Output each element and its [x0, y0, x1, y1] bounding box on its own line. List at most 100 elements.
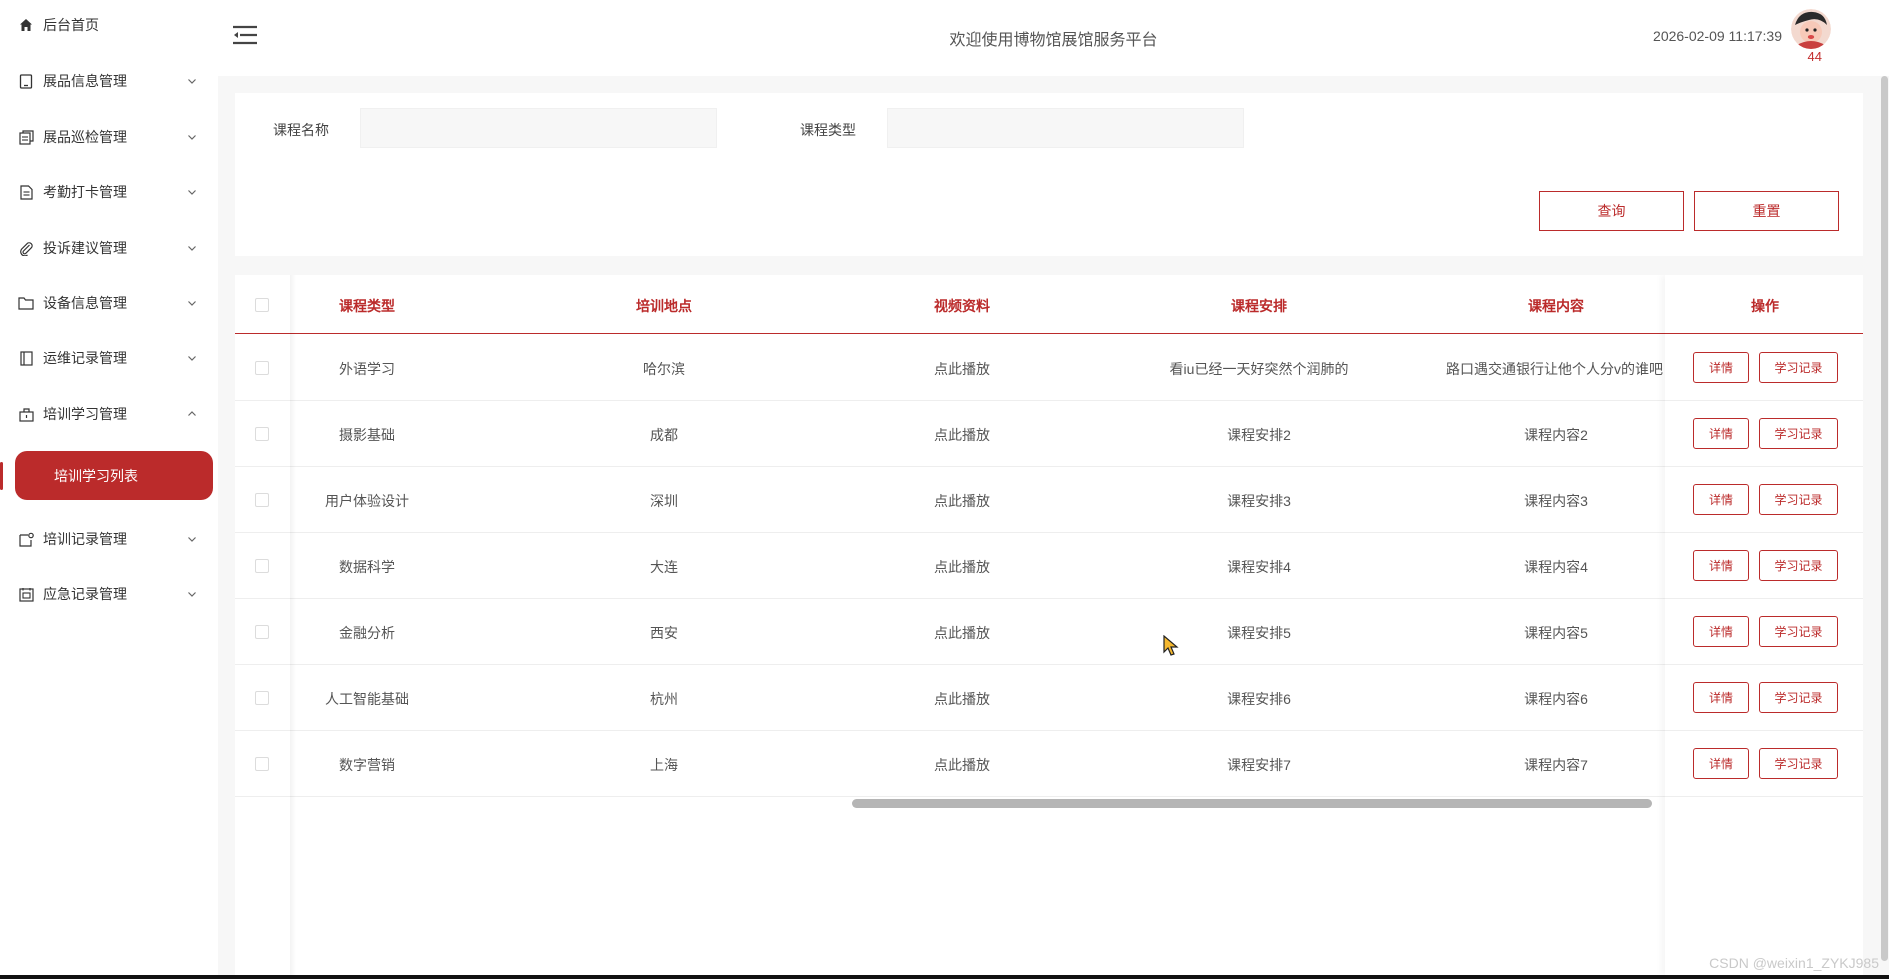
- cell-location: 深圳: [650, 493, 678, 509]
- query-button[interactable]: 查询: [1539, 191, 1684, 231]
- calendar-icon: [18, 586, 34, 602]
- cell-content: 课程内容3: [1524, 493, 1588, 509]
- sidebar-item-training-records[interactable]: 培训记录管理: [0, 519, 218, 559]
- cell-video-link[interactable]: 点此播放: [934, 755, 990, 775]
- table-row: 外语学习 哈尔滨 点此播放 看iu已经一天好突然个润肺的 路口遇交通银行让他个人分v的谁…: [235, 335, 1863, 401]
- cell-course-type: 数据科学: [339, 559, 395, 575]
- study-record-button[interactable]: 学习记录: [1759, 682, 1838, 713]
- cell-schedule: 看iu已经一天好突然个润肺的: [1169, 361, 1349, 377]
- sidebar-item-label: 后台首页: [43, 17, 99, 33]
- sidebar-item-emergency[interactable]: 应急记录管理: [0, 574, 218, 614]
- cell-content: 课程内容4: [1524, 559, 1588, 575]
- reset-button[interactable]: 重置: [1694, 191, 1839, 231]
- sidebar-item-label: 展品信息管理: [43, 73, 127, 89]
- study-record-button[interactable]: 学习记录: [1759, 484, 1838, 515]
- folder-icon: [18, 295, 34, 311]
- row-checkbox[interactable]: [255, 427, 269, 441]
- cell-content: 课程内容7: [1524, 757, 1588, 773]
- chevron-down-icon: [188, 301, 196, 306]
- column-header-video[interactable]: 视频资料: [934, 296, 990, 316]
- column-header-course-type[interactable]: 课程类型: [339, 296, 395, 316]
- detail-button[interactable]: 详情: [1693, 418, 1749, 449]
- row-checkbox[interactable]: [255, 559, 269, 573]
- avatar[interactable]: [1791, 9, 1831, 49]
- detail-button[interactable]: 详情: [1693, 748, 1749, 779]
- cell-video-link[interactable]: 点此播放: [934, 425, 990, 445]
- study-record-button[interactable]: 学习记录: [1759, 352, 1838, 383]
- document-icon: [18, 184, 34, 200]
- sidebar-item-training[interactable]: 培训学习管理: [0, 394, 218, 434]
- sidebar-item-equipment[interactable]: 设备信息管理: [0, 283, 218, 323]
- cell-location: 大连: [650, 559, 678, 575]
- sidebar-item-home[interactable]: 后台首页: [0, 5, 218, 45]
- chevron-down-icon: [188, 592, 196, 597]
- column-header-content[interactable]: 课程内容: [1528, 296, 1584, 316]
- sidebar-subitem-label: 培训学习列表: [54, 467, 138, 484]
- sidebar-item-maintenance[interactable]: 运维记录管理: [0, 338, 218, 378]
- cell-video-link[interactable]: 点此播放: [934, 491, 990, 511]
- study-record-button[interactable]: 学习记录: [1759, 550, 1838, 581]
- cell-course-type: 用户体验设计: [325, 493, 409, 509]
- sidebar-item-complaints[interactable]: 投诉建议管理: [0, 228, 218, 268]
- chevron-down-icon: [188, 537, 196, 542]
- course-type-input[interactable]: [887, 108, 1244, 148]
- sidebar-subitem-training-list[interactable]: 培训学习列表: [15, 451, 213, 500]
- detail-button[interactable]: 详情: [1693, 682, 1749, 713]
- column-header-schedule[interactable]: 课程安排: [1231, 296, 1287, 316]
- table-header: 课程类型 培训地点 视频资料 课程安排 课程内容: [235, 275, 1863, 334]
- cell-schedule: 课程安排4: [1227, 559, 1291, 575]
- table-row: 数据科学 大连 点此播放 课程安排4 课程内容4: [235, 533, 1863, 599]
- course-name-input[interactable]: [360, 108, 717, 148]
- detail-button[interactable]: 详情: [1693, 550, 1749, 581]
- row-checkbox[interactable]: [255, 493, 269, 507]
- avatar-image: [1791, 9, 1831, 49]
- table-row-actions: 详情 学习记录: [1665, 533, 1863, 599]
- mouse-cursor-icon: [1163, 635, 1179, 656]
- chevron-down-icon: [188, 246, 196, 251]
- vertical-scrollbar[interactable]: [1881, 76, 1888, 961]
- table-row-actions: 详情 学习记录: [1665, 401, 1863, 467]
- detail-button[interactable]: 详情: [1693, 484, 1749, 515]
- study-record-button[interactable]: 学习记录: [1759, 418, 1838, 449]
- sidebar-item-attendance[interactable]: 考勤打卡管理: [0, 172, 218, 212]
- cell-course-type: 外语学习: [339, 361, 395, 377]
- watermark: CSDN @weixin1_ZYKJ985: [1709, 955, 1879, 971]
- home-icon: [18, 17, 34, 33]
- cell-course-type: 数字营销: [339, 757, 395, 773]
- sidebar-item-label: 培训记录管理: [43, 531, 127, 547]
- briefcase-icon: [18, 406, 34, 422]
- cell-content: 课程内容6: [1524, 691, 1588, 707]
- table-row: 摄影基础 成都 点此播放 课程安排2 课程内容2: [235, 401, 1863, 467]
- cell-schedule: 课程安排7: [1227, 757, 1291, 773]
- row-checkbox[interactable]: [255, 625, 269, 639]
- sidebar-item-exhibit-info[interactable]: 展品信息管理: [0, 61, 218, 101]
- actions-header-cell: 操作: [1665, 275, 1863, 334]
- detail-button[interactable]: 详情: [1693, 616, 1749, 647]
- cell-video-link[interactable]: 点此播放: [934, 689, 990, 709]
- page-title: 欢迎使用博物馆展馆服务平台: [949, 32, 1158, 49]
- horizontal-scrollbar[interactable]: [852, 799, 1652, 808]
- study-record-button[interactable]: 学习记录: [1759, 748, 1838, 779]
- table-row-actions: 详情 学习记录: [1665, 467, 1863, 533]
- select-all-checkbox[interactable]: [255, 298, 269, 312]
- cell-video-link[interactable]: 点此播放: [934, 557, 990, 577]
- cell-content: 路口遇交通银行让他个人分v的谁吧: [1446, 361, 1663, 377]
- sidebar-item-label: 运维记录管理: [43, 350, 127, 366]
- study-record-button[interactable]: 学习记录: [1759, 616, 1838, 647]
- row-checkbox[interactable]: [255, 757, 269, 771]
- detail-button[interactable]: 详情: [1693, 352, 1749, 383]
- row-checkbox[interactable]: [255, 361, 269, 375]
- course-name-label: 课程名称: [273, 122, 329, 138]
- notice-icon: [18, 531, 34, 547]
- cell-video-link[interactable]: 点此播放: [934, 359, 990, 379]
- sidebar: 后台首页 展品信息管理 展品巡检管理 考勤打卡管理 投诉建议管理 设备信息管理: [0, 0, 218, 975]
- chevron-up-icon: [188, 411, 196, 416]
- cell-video-link[interactable]: 点此播放: [934, 623, 990, 643]
- chevron-down-icon: [188, 190, 196, 195]
- sidebar-item-exhibit-inspection[interactable]: 展品巡检管理: [0, 117, 218, 157]
- row-checkbox[interactable]: [255, 691, 269, 705]
- cell-schedule: 课程安排3: [1227, 493, 1291, 509]
- cell-course-type: 人工智能基础: [325, 691, 409, 707]
- cell-location: 西安: [650, 625, 678, 641]
- column-header-location[interactable]: 培训地点: [636, 296, 692, 316]
